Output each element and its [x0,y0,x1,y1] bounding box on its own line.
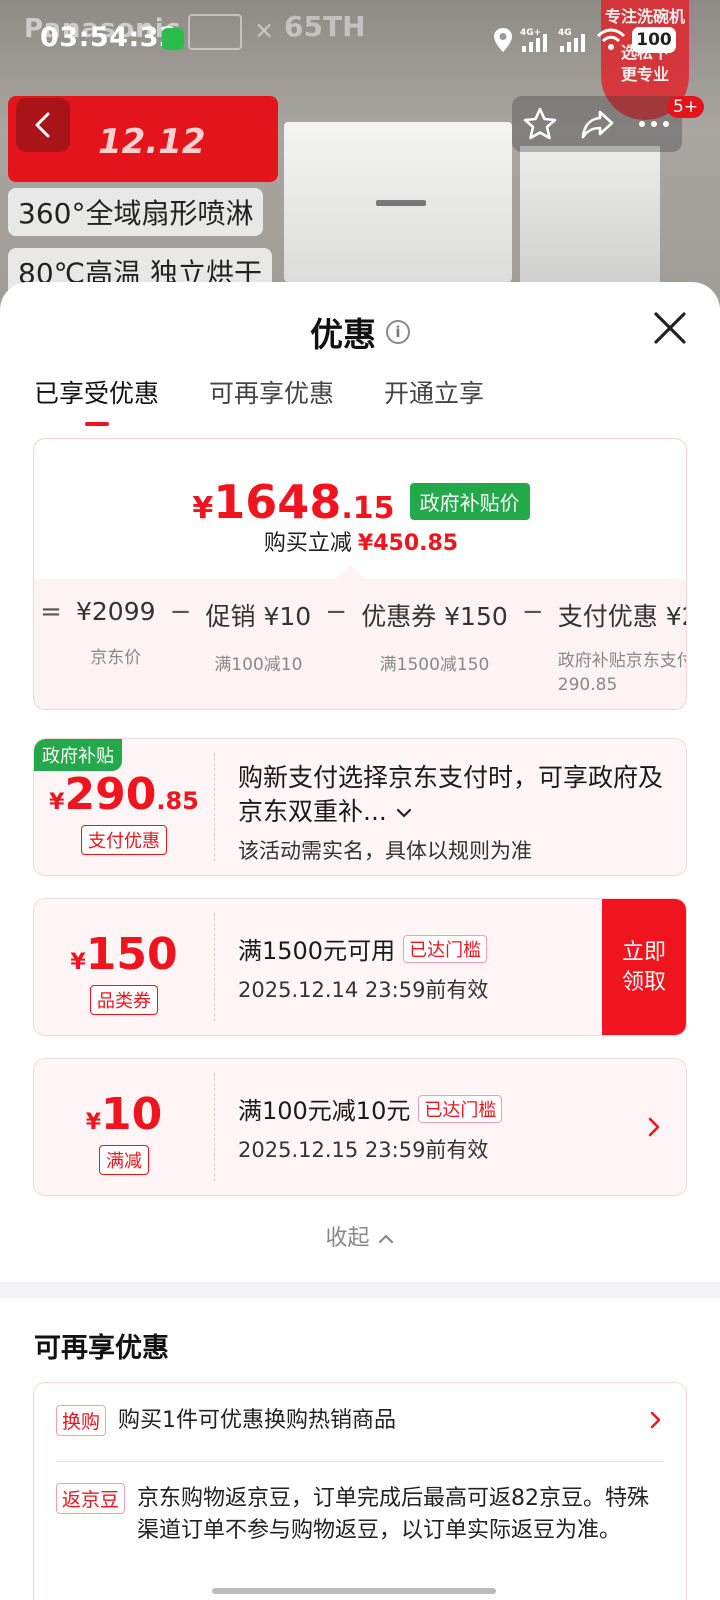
gov-subsidy-tag: 政府补贴价 [409,483,530,520]
svg-text:4G: 4G [558,28,572,38]
back-button[interactable] [16,98,70,152]
coupon-card-full-reduction[interactable]: ¥10 满减 满100元减10元 已达门槛 2025.12.15 23:59前有… [33,1058,687,1196]
product-dishwasher-image [284,122,512,282]
price-integer: 1648 [213,475,342,529]
star-icon[interactable] [520,106,560,142]
offer-tag: 换购 [56,1405,107,1436]
breakdown-operator: − [325,597,348,627]
discount-sheet: 优惠 i 已享受优惠 可再享优惠 开通立享 ¥ 1648 .15 政府补贴价 购… [0,282,720,1600]
feature-chip: 360°全域扇形喷淋 [8,188,264,236]
price-breakdown[interactable]: = ¥2099 京东价 − 促销 ¥10 满100减10 − 优惠券 ¥150 … [34,564,687,709]
badge-1212-text: 12.12 [98,122,206,162]
coupon-amount-int: 290 [64,769,157,820]
collapse-label: 收起 [325,1226,370,1251]
coupon-currency: ¥ [85,1110,102,1135]
tab-bar: 已享受优惠 可再享优惠 开通立享 [34,374,484,426]
offer-tag: 返京豆 [56,1483,126,1514]
collapse-button[interactable]: 收起 [0,1220,720,1252]
status-time: 03:54:33 [40,22,179,53]
tab-enjoyed[interactable]: 已享受优惠 [34,374,159,426]
coupon-card-category: ¥150 品类券 满1500元可用 已达门槛 2025.12.14 23:59前… [33,898,687,1036]
breakdown-item: 支付优惠 ¥290.85 政府补贴京东支付 290.85 [550,597,687,697]
claim-coupon-button[interactable]: 立即领取 [602,899,686,1035]
sheet-title: 优惠 [310,315,376,354]
info-icon[interactable]: i [386,320,410,344]
coupon-amount-dec: .85 [156,787,199,815]
breakdown-label: 满100减10 [214,655,303,675]
breakdown-label: 京东价 [90,648,142,668]
breakdown-value: 优惠券 ¥150 [361,602,508,631]
save-label: 购买立减 [263,531,352,556]
tab-open-enjoy[interactable]: 开通立享 [384,374,484,410]
product-side-image [520,146,660,286]
coupon-condition: 满100元减10元 [238,1097,411,1125]
coupon-note: 该活动需实名，具体以规则为准 [238,839,532,863]
coupon-currency: ¥ [49,790,65,815]
breakdown-item: 促销 ¥10 满100减10 [198,597,320,697]
notification-icon [162,28,184,50]
offer-text: 京东购物返京豆，订单完成后最高可返82京豆。特殊渠道订单不参与购物返豆，以订单实… [137,1486,650,1543]
price-summary-card: ¥ 1648 .15 政府补贴价 购买立减 ¥450.85 = ¥2099 京东价… [33,438,687,710]
section-divider [0,1282,720,1298]
breakdown-label: 政府补贴京东支付 290.85 [557,649,687,697]
price-currency: ¥ [192,491,214,526]
home-indicator[interactable] [212,1588,496,1594]
gov-subsidy-corner-tag: 政府补贴 [34,739,122,771]
close-icon[interactable] [650,308,690,348]
more-offers-card: 换购 购买1件可优惠换购热销商品 返京豆 京东购物返京豆，订单完成后最高可返82… [33,1382,687,1600]
breakdown-value: 支付优惠 ¥290.85 [557,602,686,631]
share-icon[interactable] [578,106,618,142]
tab-more-available[interactable]: 可再享优惠 [209,374,334,410]
offer-row-exchange[interactable]: 换购 购买1件可优惠换购热销商品 [56,1405,664,1437]
signal-4g-plus-icon: 4G+ [520,28,547,52]
threshold-reached-tag: 已达门槛 [403,934,488,963]
chevron-left-icon [35,112,50,138]
chevron-right-icon [648,1117,660,1137]
save-line: 购买立减 ¥450.85 [34,525,686,557]
cart-badge: 5+ [667,96,705,118]
chevron-down-icon [396,808,411,818]
price-decimal: .15 [341,491,395,526]
chevron-right-icon [650,1411,661,1429]
coupon-validity: 2025.12.15 23:59前有效 [238,1138,489,1162]
wifi-icon [596,28,626,50]
top-action-bar [512,96,682,152]
chevron-up-icon [378,1234,393,1244]
coupon-amount: ¥150 [34,929,214,980]
breakdown-operator: − [521,597,544,627]
coupon-description-text: 购新支付选择京东支付时，可享政府及京东双重补... [238,763,664,826]
coupon-type-tag: 支付优惠 [81,825,167,855]
coupon-currency: ¥ [70,950,86,975]
battery-indicator: 100 [632,27,676,53]
breakdown-label-line: 290.85 [557,675,618,695]
breakdown-item: ¥2099 京东价 [68,597,164,697]
coupon-amount: ¥290.85 [34,769,214,820]
threshold-reached-tag: 已达门槛 [418,1094,503,1123]
coupon-amount-int: 150 [85,929,178,980]
coupon-type-tag: 满减 [99,1145,149,1175]
coupon-amount: ¥10 [34,1089,214,1140]
svg-text:4G+: 4G+ [520,28,541,38]
more-section-title: 可再享优惠 [34,1333,169,1364]
coupon-amount-int: 10 [101,1089,163,1140]
coupon-type-tag: 品类券 [90,985,158,1015]
signal-4g-icon: 4G [558,28,585,52]
breakdown-value: 促销 ¥10 [205,602,312,631]
coupon-condition: 满1500元可用 [238,937,396,965]
breakdown-operator: − [169,597,192,627]
coupon-card-payment[interactable]: ¥290.85 支付优惠 政府补贴 购新支付选择京东支付时，可享政府及京东双重补… [33,738,687,876]
final-price: ¥ 1648 .15 政府补贴价 [34,475,686,529]
breakdown-value: ¥2099 [76,597,156,626]
breakdown-label-line: 政府补贴京东支付 [557,651,687,671]
breakdown-operator: = [40,597,62,627]
breakdown-item: 优惠券 ¥150 满1500减150 [353,597,516,697]
status-bar: 03:54:33 4G+ 4G 100 [0,0,720,80]
offer-text: 购买1件可优惠换购热销商品 [118,1408,397,1433]
breakdown-label: 满1500减150 [379,655,490,675]
location-icon [494,28,512,52]
sheet-header: 优惠 i [0,308,720,356]
offer-row-jingdou: 返京豆 京东购物返京豆，订单完成后最高可返82京豆。特殊渠道订单不参与购物返豆，… [56,1483,664,1547]
coupon-description[interactable]: 购新支付选择京东支付时，可享政府及京东双重补... [238,761,666,829]
save-amount: ¥450.85 [357,531,459,556]
